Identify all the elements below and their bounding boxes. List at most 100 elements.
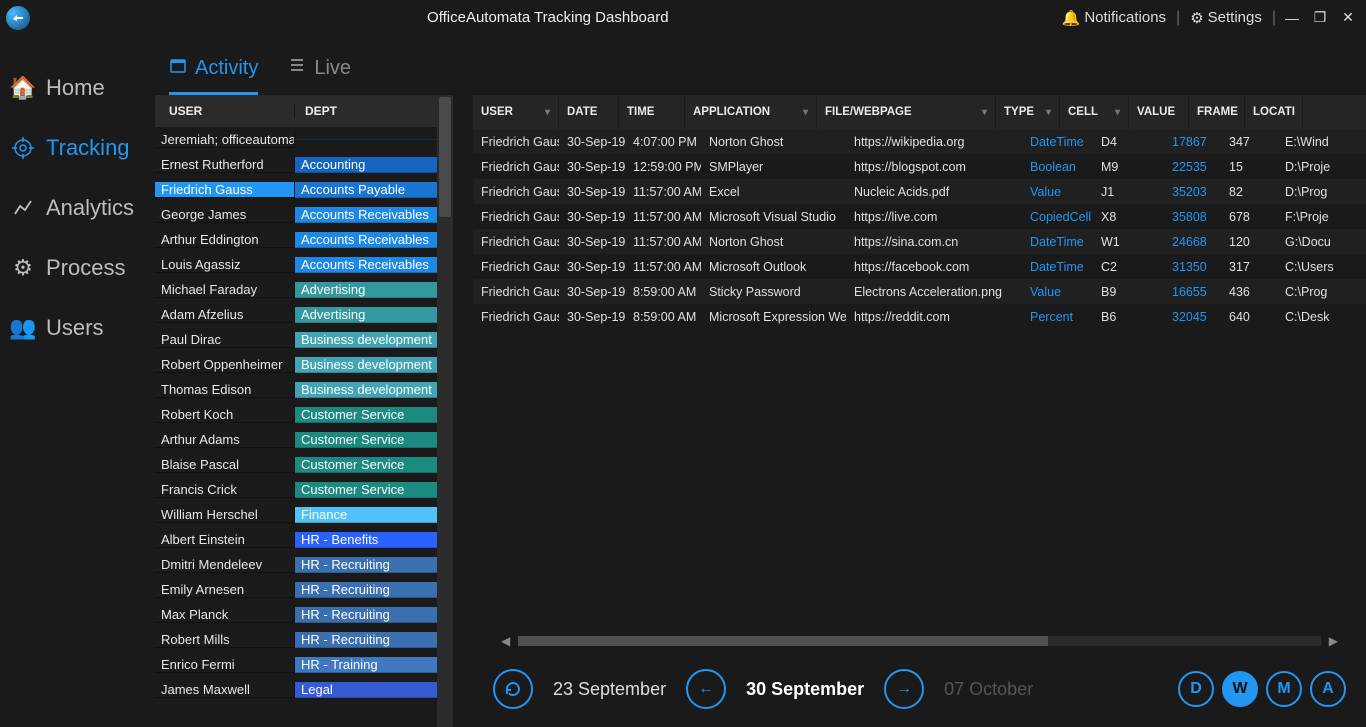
- refresh-button[interactable]: [493, 669, 533, 709]
- user-dept-row[interactable]: Francis CrickCustomer Service: [155, 477, 453, 502]
- tab-live[interactable]: Live: [288, 56, 351, 95]
- column-header-application[interactable]: APPLICATION▾: [685, 95, 817, 129]
- filter-icon[interactable]: ▾: [982, 107, 987, 118]
- sidebar-item-process[interactable]: ⚙ Process: [0, 245, 155, 305]
- column-header-file[interactable]: FILE/WEBPAGE▾: [817, 95, 996, 129]
- user-dept-row[interactable]: Albert EinsteinHR - Benefits: [155, 527, 453, 552]
- cell-cell: J1: [1093, 185, 1164, 199]
- column-header-user[interactable]: USER: [155, 104, 295, 118]
- grid-row[interactable]: Friedrich Gauss30-Sep-1912:59:00 PMSMPla…: [473, 154, 1366, 179]
- filter-icon[interactable]: ▾: [803, 107, 808, 118]
- dept-cell: Finance: [295, 507, 453, 523]
- scrollbar-thumb[interactable]: [439, 97, 451, 217]
- cell-type[interactable]: Value: [1022, 185, 1093, 199]
- grid-row[interactable]: Friedrich Gauss30-Sep-1911:57:00 AMExcel…: [473, 179, 1366, 204]
- sidebar-item-label: Users: [46, 315, 103, 341]
- cell-type[interactable]: DateTime: [1022, 260, 1093, 274]
- sidebar-item-tracking[interactable]: Tracking: [0, 125, 155, 185]
- user-dept-row[interactable]: Jeremiah; officeautomata: [155, 127, 453, 152]
- user-dept-row[interactable]: Robert MillsHR - Recruiting: [155, 627, 453, 652]
- column-header-location[interactable]: LOCATI: [1245, 95, 1303, 129]
- column-header-user[interactable]: USER▾: [473, 95, 559, 129]
- user-dept-row[interactable]: Blaise PascalCustomer Service: [155, 452, 453, 477]
- cell-type[interactable]: CopiedCell: [1022, 210, 1093, 224]
- scrollbar-thumb[interactable]: [518, 636, 1048, 646]
- column-header-dept[interactable]: DEPT: [295, 104, 453, 118]
- cell-type[interactable]: Boolean: [1022, 160, 1093, 174]
- range-day-button[interactable]: D: [1178, 671, 1214, 707]
- scroll-right-arrow[interactable]: ▶: [1321, 634, 1346, 648]
- filter-icon[interactable]: ▾: [1046, 107, 1051, 118]
- settings-button[interactable]: ⚙ Settings: [1184, 9, 1268, 27]
- cell-application: Excel: [701, 185, 846, 199]
- cell-value[interactable]: 22535: [1164, 160, 1221, 174]
- user-dept-row[interactable]: James MaxwellLegal: [155, 677, 453, 702]
- column-header-frame[interactable]: FRAME: [1189, 95, 1245, 129]
- column-header-date[interactable]: DATE: [559, 95, 619, 129]
- user-dept-row[interactable]: Ernest RutherfordAccounting: [155, 152, 453, 177]
- cell-value[interactable]: 24668: [1164, 235, 1221, 249]
- grid-row[interactable]: Friedrich Gauss30-Sep-198:59:00 AMMicros…: [473, 304, 1366, 329]
- cell-type[interactable]: DateTime: [1022, 235, 1093, 249]
- tab-label: Activity: [195, 57, 258, 80]
- sidebar-item-analytics[interactable]: Analytics: [0, 185, 155, 245]
- user-dept-row[interactable]: Adam AfzeliusAdvertising: [155, 302, 453, 327]
- prev-week-button[interactable]: ←: [686, 669, 726, 709]
- vertical-scrollbar[interactable]: [437, 95, 453, 727]
- user-cell: Jeremiah; officeautomata: [155, 132, 295, 148]
- cell-user: Friedrich Gauss: [473, 210, 559, 224]
- grid-row[interactable]: Friedrich Gauss30-Sep-198:59:00 AMSticky…: [473, 279, 1366, 304]
- user-dept-row[interactable]: Arthur AdamsCustomer Service: [155, 427, 453, 452]
- cell-type[interactable]: Value: [1022, 285, 1093, 299]
- scroll-left-arrow[interactable]: ◀: [493, 634, 518, 648]
- cell-value[interactable]: 35808: [1164, 210, 1221, 224]
- cell-location: C:\Prog: [1277, 285, 1335, 299]
- cell-value[interactable]: 16655: [1164, 285, 1221, 299]
- next-week-button[interactable]: →: [884, 669, 924, 709]
- user-dept-row[interactable]: Emily ArnesenHR - Recruiting: [155, 577, 453, 602]
- tab-activity[interactable]: Activity: [169, 56, 258, 95]
- close-button[interactable]: ✕: [1336, 9, 1360, 26]
- dept-cell: Customer Service: [295, 432, 453, 448]
- grid-row[interactable]: Friedrich Gauss30-Sep-1911:57:00 AMNorto…: [473, 229, 1366, 254]
- cell-value[interactable]: 31350: [1164, 260, 1221, 274]
- column-header-time[interactable]: TIME: [619, 95, 685, 129]
- user-dept-row[interactable]: William HerschelFinance: [155, 502, 453, 527]
- user-dept-row[interactable]: Max PlanckHR - Recruiting: [155, 602, 453, 627]
- window-title: OfficeAutomata Tracking Dashboard: [40, 9, 1056, 26]
- user-dept-row[interactable]: Robert OppenheimerBusiness development: [155, 352, 453, 377]
- range-week-button[interactable]: W: [1222, 671, 1258, 707]
- user-dept-row[interactable]: Enrico FermiHR - Training: [155, 652, 453, 677]
- user-dept-row[interactable]: Arthur EddingtonAccounts Receivables: [155, 227, 453, 252]
- user-dept-row[interactable]: Louis AgassizAccounts Receivables: [155, 252, 453, 277]
- sidebar-item-users[interactable]: 👥 Users: [0, 305, 155, 365]
- range-month-button[interactable]: M: [1266, 671, 1302, 707]
- filter-icon[interactable]: ▾: [545, 107, 550, 118]
- scrollbar-track[interactable]: [518, 636, 1321, 646]
- cell-value[interactable]: 35203: [1164, 185, 1221, 199]
- restore-button[interactable]: ❐: [1308, 9, 1332, 26]
- cell-type[interactable]: Percent: [1022, 310, 1093, 324]
- range-all-button[interactable]: A: [1310, 671, 1346, 707]
- user-dept-row[interactable]: Michael FaradayAdvertising: [155, 277, 453, 302]
- column-header-type[interactable]: TYPE▾: [996, 95, 1060, 129]
- notifications-button[interactable]: 🔔 Notifications: [1056, 9, 1172, 27]
- user-dept-row[interactable]: Friedrich GaussAccounts Payable: [155, 177, 453, 202]
- user-dept-row[interactable]: Dmitri MendeleevHR - Recruiting: [155, 552, 453, 577]
- user-dept-row[interactable]: Robert KochCustomer Service: [155, 402, 453, 427]
- grid-row[interactable]: Friedrich Gauss30-Sep-194:07:00 PMNorton…: [473, 129, 1366, 154]
- sidebar-item-home[interactable]: 🏠 Home: [0, 65, 155, 125]
- grid-row[interactable]: Friedrich Gauss30-Sep-1911:57:00 AMMicro…: [473, 204, 1366, 229]
- tab-bar: Activity Live: [155, 35, 1366, 95]
- user-dept-row[interactable]: George JamesAccounts Receivables: [155, 202, 453, 227]
- grid-row[interactable]: Friedrich Gauss30-Sep-1911:57:00 AMMicro…: [473, 254, 1366, 279]
- minimize-button[interactable]: —: [1280, 10, 1304, 26]
- cell-value[interactable]: 32045: [1164, 310, 1221, 324]
- cell-type[interactable]: DateTime: [1022, 135, 1093, 149]
- filter-icon[interactable]: ▾: [1115, 107, 1120, 118]
- column-header-value[interactable]: VALUE: [1129, 95, 1189, 129]
- column-header-cell[interactable]: CELL▾: [1060, 95, 1129, 129]
- user-dept-row[interactable]: Paul DiracBusiness development: [155, 327, 453, 352]
- user-dept-row[interactable]: Thomas EdisonBusiness development: [155, 377, 453, 402]
- cell-value[interactable]: 17867: [1164, 135, 1221, 149]
